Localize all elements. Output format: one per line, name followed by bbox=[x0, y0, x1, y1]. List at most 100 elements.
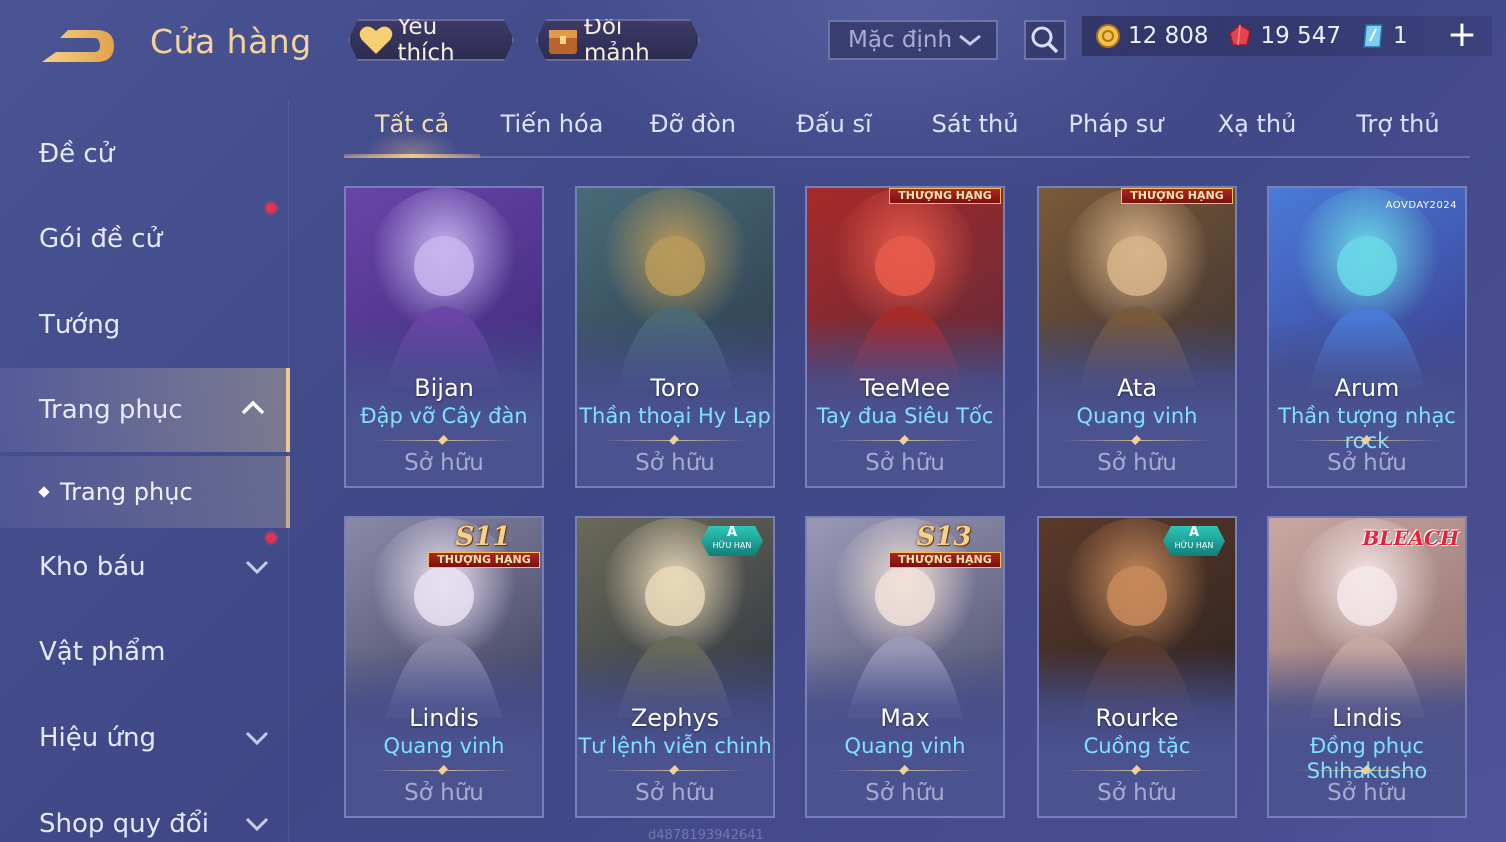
tab-tank[interactable]: Đỡ đòn bbox=[625, 110, 761, 158]
skin-card[interactable]: THƯỢNG HẠNG Ata Quang vinh Sở hữu bbox=[1037, 186, 1237, 488]
shard-exchange-label: Đổi mảnh bbox=[584, 14, 650, 66]
notification-dot bbox=[266, 203, 276, 213]
watermark-text: d4878193942641 bbox=[648, 828, 764, 842]
hero-name: Toro bbox=[650, 374, 700, 402]
card-divider bbox=[1063, 440, 1211, 441]
tab-all[interactable]: Tất cả bbox=[344, 110, 480, 158]
hero-name: Rourke bbox=[1095, 704, 1179, 732]
role-tabs: Tất cả Tiến hóa Đỡ đòn Đấu sĩ Sát thủ Ph… bbox=[344, 110, 1470, 158]
skin-name: Tư lệnh viễn chinh bbox=[578, 734, 772, 758]
sidebar-item-recommended[interactable]: Đề cử bbox=[0, 112, 290, 196]
sidebar-item-recommended-packs[interactable]: Gói đề cử bbox=[0, 197, 290, 281]
sidebar-item-label: Trang phục bbox=[39, 395, 183, 425]
limited-label: HỮU HẠN bbox=[712, 541, 752, 550]
skin-card[interactable]: S11 THƯỢNG HẠNG Lindis Quang vinh Sở hữu bbox=[344, 516, 544, 818]
plus-icon[interactable]: + bbox=[1446, 17, 1478, 53]
premium-rank-badge: THƯỢNG HẠNG bbox=[889, 188, 1001, 204]
sidebar-item-label: Vật phẩm bbox=[39, 637, 166, 667]
treasure-chest-icon bbox=[546, 23, 580, 57]
ruby-value: 19 547 bbox=[1260, 23, 1341, 49]
limited-badge: A HỮU HẠN bbox=[1163, 526, 1225, 556]
sidebar-item-items[interactable]: Vật phẩm bbox=[0, 610, 290, 694]
card-divider bbox=[1063, 770, 1211, 771]
skin-name: Quang vinh bbox=[844, 734, 966, 758]
sidebar-subitem-label: Trang phục bbox=[60, 478, 193, 506]
tab-support[interactable]: Trợ thủ bbox=[1330, 110, 1466, 158]
skin-card[interactable]: AOVDAY2024 Arum Thần tượng nhạc rock Sở … bbox=[1267, 186, 1467, 488]
ownership-status: Sở hữu bbox=[865, 780, 945, 806]
skin-name: Đập vỡ Cây đàn bbox=[360, 404, 528, 428]
sidebar-item-heroes[interactable]: Tướng bbox=[0, 283, 290, 367]
chevron-down-icon bbox=[245, 560, 269, 575]
card-divider bbox=[831, 440, 979, 441]
ownership-status: Sở hữu bbox=[404, 780, 484, 806]
tab-label: Tất cả bbox=[374, 110, 450, 138]
favorites-button[interactable]: Yêu thích bbox=[348, 19, 514, 61]
season-badge: S13 bbox=[916, 522, 972, 552]
premium-rank-badge: THƯỢNG HẠNG bbox=[889, 552, 1001, 568]
category-sidebar: Đề cử Gói đề cử Tướng Trang phục Trang p… bbox=[0, 100, 292, 842]
ruby-gem-icon bbox=[1226, 22, 1254, 50]
card-divider bbox=[1293, 770, 1441, 771]
sidebar-item-label: Đề cử bbox=[39, 139, 115, 169]
skin-name: Quang vinh bbox=[1076, 404, 1198, 428]
tab-label: Tiến hóa bbox=[500, 110, 604, 138]
hero-name: Arum bbox=[1334, 374, 1400, 402]
sidebar-item-effects[interactable]: Hiệu ứng bbox=[0, 696, 290, 780]
skin-card[interactable]: THƯỢNG HẠNG TeeMee Tay đua Siêu Tốc Sở h… bbox=[805, 186, 1005, 488]
limited-badge: A HỮU HẠN bbox=[701, 526, 763, 556]
tab-label: Đấu sĩ bbox=[796, 110, 872, 138]
tab-fighter[interactable]: Đấu sĩ bbox=[766, 110, 902, 158]
skin-card[interactable]: S13 THƯỢNG HẠNG Max Quang vinh Sở hữu bbox=[805, 516, 1005, 818]
tab-label: Xạ thủ bbox=[1217, 110, 1297, 138]
ownership-status: Sở hữu bbox=[404, 450, 484, 476]
voucher-balance: 1 bbox=[1359, 22, 1408, 50]
sidebar-item-skins[interactable]: Trang phục bbox=[0, 368, 290, 452]
limited-tier: A bbox=[1188, 525, 1200, 540]
back-button[interactable] bbox=[38, 22, 118, 68]
sidebar-item-label: Hiệu ứng bbox=[39, 723, 156, 753]
skin-name: Thần tượng nhạc rock bbox=[1278, 404, 1456, 453]
card-divider bbox=[370, 770, 518, 771]
tab-mage[interactable]: Pháp sư bbox=[1048, 110, 1184, 158]
search-icon bbox=[1031, 26, 1059, 54]
hero-name: Zephys bbox=[630, 704, 720, 732]
search-button[interactable] bbox=[1024, 20, 1066, 60]
ownership-status: Sở hữu bbox=[1097, 780, 1177, 806]
hero-name: Lindis bbox=[1332, 704, 1402, 732]
sidebar-subitem-skins[interactable]: Trang phục bbox=[0, 456, 290, 528]
skin-name: Cuồng tặc bbox=[1083, 734, 1191, 758]
notification-dot bbox=[266, 533, 276, 543]
card-divider bbox=[1293, 440, 1441, 441]
shard-exchange-button[interactable]: Đổi mảnh bbox=[536, 19, 700, 61]
chevron-down-icon bbox=[245, 731, 269, 746]
favorites-label: Yêu thích bbox=[397, 14, 455, 66]
card-divider bbox=[601, 770, 749, 771]
tab-assassin[interactable]: Sát thủ bbox=[907, 110, 1043, 158]
diamond-bullet-icon bbox=[38, 486, 50, 498]
premium-rank-badge: THƯỢNG HẠNG bbox=[428, 552, 540, 568]
top-bar: Cửa hàng Yêu thích Đổi mảnh Mặc định 12 … bbox=[0, 0, 1506, 84]
sidebar-item-label: Shop quy đổi bbox=[39, 809, 209, 839]
tab-marksman[interactable]: Xạ thủ bbox=[1189, 110, 1325, 158]
tab-evolution[interactable]: Tiến hóa bbox=[484, 110, 620, 158]
skin-card[interactable]: A HỮU HẠN Rourke Cuồng tặc Sở hữu bbox=[1037, 516, 1237, 818]
sidebar-item-label: Gói đề cử bbox=[39, 224, 163, 254]
sidebar-item-exchange-shop[interactable]: Shop quy đổi bbox=[0, 782, 290, 842]
season-badge: S11 bbox=[455, 522, 511, 552]
tab-label: Sát thủ bbox=[931, 110, 1019, 138]
tab-label: Trợ thủ bbox=[1356, 110, 1440, 138]
skin-card[interactable]: BLEACH Lindis Đồng phục Shihakusho Sở hữ… bbox=[1267, 516, 1467, 818]
tab-label: Đỡ đòn bbox=[649, 110, 737, 138]
sort-dropdown[interactable]: Mặc định bbox=[828, 20, 998, 60]
card-divider bbox=[601, 440, 749, 441]
skin-card[interactable]: Bijan Đập vỡ Cây đàn Sở hữu bbox=[344, 186, 544, 488]
skin-card[interactable]: Toro Thần thoại Hy Lạp Sở hữu bbox=[575, 186, 775, 488]
sidebar-item-label: Tướng bbox=[39, 310, 121, 340]
ruby-balance: 19 547 bbox=[1226, 22, 1341, 50]
heart-icon bbox=[358, 23, 393, 57]
ownership-status: Sở hữu bbox=[1327, 450, 1407, 476]
skin-card[interactable]: A HỮU HẠN Zephys Tư lệnh viễn chinh Sở hữ… bbox=[575, 516, 775, 818]
ownership-status: Sở hữu bbox=[865, 450, 945, 476]
sidebar-item-treasure[interactable]: Kho báu bbox=[0, 525, 290, 609]
